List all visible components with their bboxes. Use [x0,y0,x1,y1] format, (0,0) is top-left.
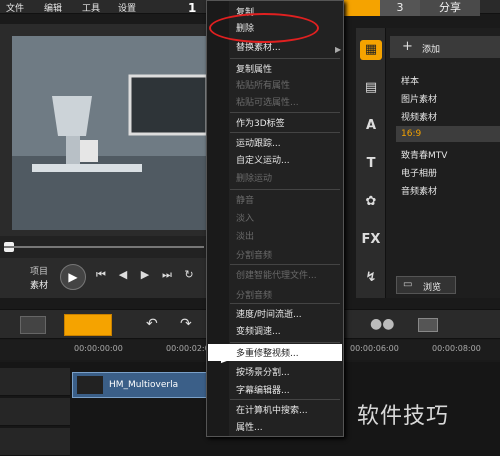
context-menu-item[interactable]: 按场景分割... [236,365,290,378]
context-menu-item[interactable]: 自定义运动... [236,153,290,166]
clip-name: HM_Multioverla [109,380,179,390]
menu-separator [230,264,340,265]
context-menu-item[interactable]: 分割音频 [236,248,272,261]
subtitle-icon[interactable] [418,318,438,332]
library-item-audio[interactable]: 音频素材 [401,184,437,197]
menu-edit[interactable]: 编辑 [44,1,62,14]
preview-image [12,36,207,230]
step-back-icon[interactable]: ◀ [116,268,130,282]
graphic-icon[interactable]: ✿ [360,192,382,212]
library-item-samples[interactable]: 样本 [401,74,419,87]
scrub-track [4,246,204,248]
ruler-time-0: 00:00:00:00 [74,344,123,353]
menu-separator [230,189,340,190]
menu-separator [230,303,340,304]
video-track-header[interactable] [0,368,70,396]
title-track-header[interactable] [0,428,70,456]
browse-button[interactable]: ▭ 浏览 [396,276,456,294]
context-menu-item[interactable]: 分割音频 [236,288,272,301]
redo-icon[interactable]: ↷ [180,316,192,332]
context-menu-item[interactable]: 作为3D标签 [236,116,285,129]
timeline-view-icon[interactable] [64,314,112,336]
title-icon[interactable]: T [360,154,382,174]
context-menu-item[interactable]: 删除运动 [236,171,272,184]
menu-separator [230,58,340,59]
library-item-album[interactable]: 电子相册 [401,166,437,179]
context-menu-item[interactable]: 字幕编辑器... [236,383,290,396]
context-menu-item[interactable]: 淡出 [236,229,254,242]
project-mode-label[interactable]: 项目 [30,264,48,277]
filter-icon[interactable]: FX [360,230,382,250]
path-icon[interactable]: ↯ [360,268,382,288]
step-share-tab[interactable]: 分享 [420,0,480,16]
add-button[interactable]: 添加 [422,42,440,55]
context-menu-item[interactable]: 粘贴所有属性 [236,78,290,91]
instant-project-icon[interactable]: ▤ [360,78,382,98]
context-menu-item[interactable]: 速度/时间流逝... [236,307,302,320]
timeline-clip[interactable]: HM_Multioverla [72,372,212,398]
context-menu-item[interactable]: 在计算机中搜索... [236,403,308,416]
library-item-16-9[interactable]: 16:9 [401,129,421,139]
submenu-arrow-icon: ▶ [335,45,342,54]
context-menu-item[interactable]: 属性... [236,420,263,433]
step-edit-tab[interactable] [340,0,380,16]
step-3-number[interactable]: 3 [380,0,420,16]
ruler-time-8: 00:00:08:00 [432,344,481,353]
menu-tools[interactable]: 工具 [82,1,100,14]
overlay-track-header[interactable] [0,398,70,426]
menu-separator [230,399,340,400]
menu-separator [230,342,340,343]
repeat-icon[interactable]: ↻ [182,268,196,282]
context-menu-gutter [207,1,229,436]
context-menu-item[interactable]: 运动跟踪... [236,136,281,149]
clip-mode-label[interactable]: 素材 [30,278,48,291]
browse-label: 浏览 [423,283,442,293]
play-button[interactable]: ▶ [60,264,86,290]
step-forward-icon[interactable]: ▶ [138,268,152,282]
menu-separator [230,112,340,113]
browse-icon: ▭ [403,279,413,290]
library-item-mtv[interactable]: 致青春MTV [401,148,447,161]
mix-icon[interactable]: ●● [370,316,394,332]
library-tab-column: ▦ ▤ A T ✿ FX ↯ [356,28,386,298]
media-tab-icon[interactable]: ▦ [360,40,382,60]
menu-separator [230,132,340,133]
library-add-bar: + 添加 [390,36,500,58]
context-menu-item[interactable]: 淡入 [236,211,254,224]
context-menu-item[interactable]: 多重修整视频... [236,346,299,359]
menu-file[interactable]: 文件 [6,1,24,14]
context-menu-item[interactable]: 静音 [236,193,254,206]
storyboard-view-icon[interactable] [20,316,46,334]
skip-start-icon[interactable]: ⏮ [94,268,108,282]
undo-icon[interactable]: ↶ [146,316,158,332]
transition-icon[interactable]: A [360,116,382,136]
preview-scrubber[interactable] [0,236,208,258]
library-item-videos[interactable]: 视频素材 [401,110,437,123]
context-menu-item[interactable]: 变频调速... [236,324,281,337]
watermark-text: 软件技巧 [357,404,450,429]
add-icon[interactable]: + [402,39,413,54]
preview-viewport [12,36,207,230]
library-item-images[interactable]: 图片素材 [401,92,437,105]
ruler-time-6: 00:00:06:00 [350,344,399,353]
context-menu-item[interactable]: 粘贴可选属性... [236,95,299,108]
context-menu-item[interactable]: 创建智能代理文件... [236,268,317,281]
menu-settings[interactable]: 设置 [118,1,136,14]
red-annotation-oval [209,13,319,43]
step-capture-number[interactable]: 1 [188,0,196,16]
clip-thumbnail [77,376,103,394]
skip-end-icon[interactable]: ⏭ [160,268,174,282]
context-menu-item[interactable]: 复制属性 [236,62,272,75]
